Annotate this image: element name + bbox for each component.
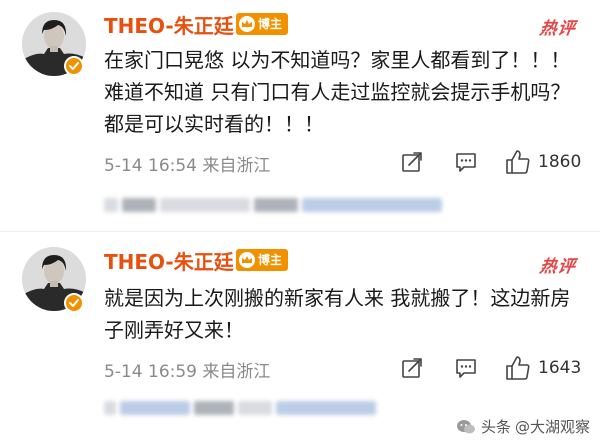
watermark-prefix: 头条 [480, 418, 511, 436]
comment-location: 来自浙江 [202, 156, 271, 176]
like-count: 1860 [538, 152, 582, 172]
blurred-reply-preview [104, 399, 376, 417]
wechat-icon [456, 419, 476, 435]
username[interactable]: THEO-朱正廷 [104, 10, 234, 39]
comment-feed: THEO-朱正廷 博主 热评 在家门口晃悠 以为不知道吗？家里人都看到了！！！ … [0, 0, 600, 443]
comment-text: 在家门口晃悠 以为不知道吗？家里人都看到了！！！ 难道不知道 只有门口有人走过监… [104, 48, 571, 136]
blogger-badge: 博主 [236, 13, 289, 35]
verified-icon [64, 293, 84, 313]
like-icon[interactable] [504, 354, 532, 382]
action-bar: 1643 [400, 354, 590, 382]
username[interactable]: THEO-朱正廷 [104, 246, 234, 275]
comment-icon[interactable] [454, 356, 478, 380]
blogger-badge: 博主 [236, 249, 289, 271]
comment-date: 5-14 [104, 362, 143, 382]
comment-card: THEO-朱正廷 博主 热评 就是因为上次刚搬的新家有人来 我就搬了！这边新房子… [0, 232, 600, 443]
crown-icon [239, 16, 255, 32]
crown-icon [239, 252, 255, 268]
action-bar: 1860 [400, 148, 590, 176]
badge-label: 博主 [258, 17, 283, 31]
comment-time: 16:54 [148, 156, 197, 176]
like-count: 1643 [538, 358, 582, 378]
comment-location: 来自浙江 [202, 362, 271, 382]
comment-date: 5-14 [104, 156, 143, 176]
comment-meta: 5-14 16:59 来自浙江 [104, 357, 270, 382]
badge-label: 博主 [258, 253, 283, 267]
share-icon[interactable] [400, 150, 424, 174]
comment-card: THEO-朱正廷 博主 热评 在家门口晃悠 以为不知道吗？家里人都看到了！！！ … [0, 0, 600, 232]
source-watermark: 头条 @大湖观察 [456, 416, 590, 437]
blurred-reply-preview [104, 196, 442, 214]
hot-comment-label: 热评 [538, 257, 578, 277]
comment-meta: 5-14 16:54 来自浙江 [104, 151, 270, 176]
comment-icon[interactable] [454, 150, 478, 174]
share-icon[interactable] [400, 356, 424, 380]
watermark-handle: @大湖观察 [514, 418, 590, 436]
verified-icon [64, 56, 84, 76]
comment-time: 16:59 [148, 362, 197, 382]
comment-text: 就是因为上次刚搬的新家有人来 我就搬了！这边新房子刚弄好又来！ [104, 286, 571, 342]
hot-comment-label: 热评 [538, 19, 578, 39]
like-icon[interactable] [504, 148, 532, 176]
